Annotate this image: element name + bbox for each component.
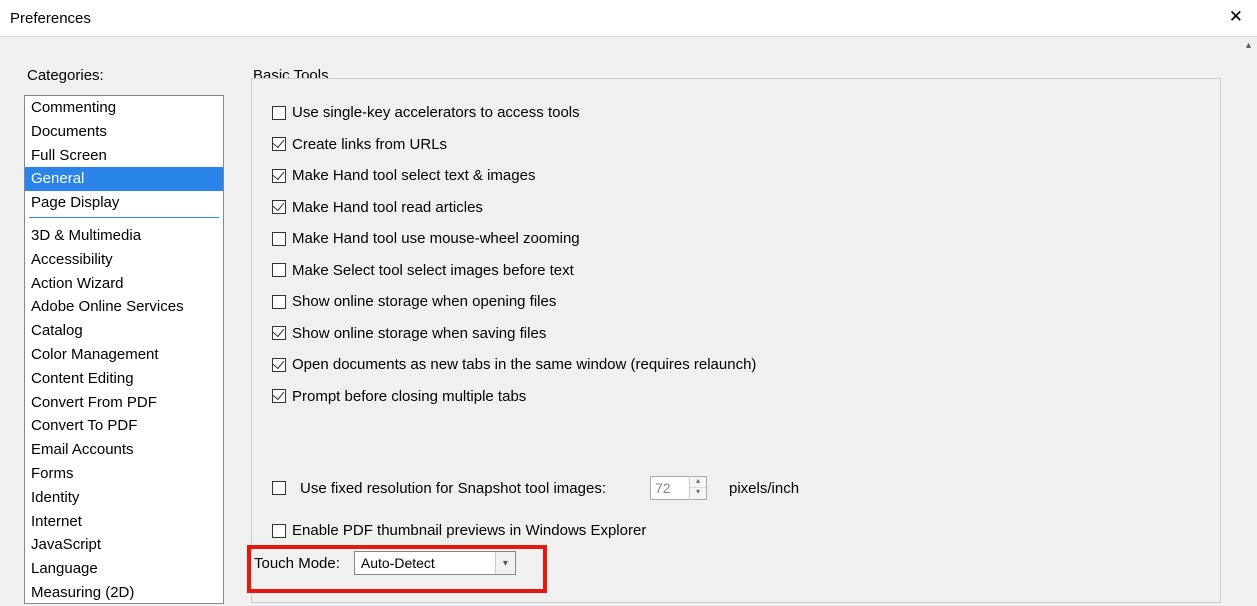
option-checkbox[interactable] [272, 200, 286, 214]
category-item[interactable]: Email Accounts [25, 438, 223, 462]
snapshot-resolution-input[interactable] [651, 477, 689, 499]
category-item[interactable]: JavaScript [25, 533, 223, 557]
scrollbar-up-icon[interactable]: ▴ [1240, 37, 1257, 54]
option-checkbox[interactable] [272, 295, 286, 309]
category-separator [29, 217, 219, 218]
option-row: Make Hand tool use mouse-wheel zooming [272, 230, 756, 247]
touch-mode-select[interactable]: Auto-Detect ▾ [354, 551, 516, 575]
option-row: Make Hand tool read articles [272, 199, 756, 216]
category-item[interactable]: Action Wizard [25, 272, 223, 296]
categories-list[interactable]: CommentingDocumentsFull ScreenGeneralPag… [24, 95, 224, 604]
basic-tools-group: Use single-key accelerators to access to… [251, 78, 1221, 603]
categories-label: Categories: [27, 67, 104, 84]
category-item[interactable]: 3D & Multimedia [25, 224, 223, 248]
option-label: Make Hand tool select text & images [292, 167, 535, 184]
option-checkbox[interactable] [272, 106, 286, 120]
option-checkbox[interactable] [272, 169, 286, 183]
category-item[interactable]: Forms [25, 462, 223, 486]
option-label: Show online storage when saving files [292, 325, 546, 342]
option-label: Make Hand tool read articles [292, 199, 483, 216]
option-checkbox[interactable] [272, 358, 286, 372]
snapshot-resolution-input-wrap: ▴ ▾ [650, 476, 707, 500]
category-item[interactable]: Adobe Online Services [25, 295, 223, 319]
option-checkbox[interactable] [272, 263, 286, 277]
options-list: Use single-key accelerators to access to… [272, 104, 756, 419]
close-icon[interactable]: ✕ [1229, 8, 1243, 25]
touch-mode-row: Touch Mode: Auto-Detect ▾ [254, 551, 516, 575]
option-checkbox[interactable] [272, 232, 286, 246]
category-item[interactable]: Full Screen [25, 144, 223, 168]
option-label: Show online storage when opening files [292, 293, 556, 310]
category-item[interactable]: Documents [25, 120, 223, 144]
option-label: Create links from URLs [292, 136, 447, 153]
titlebar: Preferences ✕ [0, 0, 1257, 36]
category-item[interactable]: Measuring (2D) [25, 581, 223, 604]
touch-mode-value: Auto-Detect [361, 555, 435, 571]
category-item[interactable]: Catalog [25, 319, 223, 343]
option-checkbox[interactable] [272, 389, 286, 403]
option-label: Make Hand tool use mouse-wheel zooming [292, 230, 580, 247]
option-checkbox[interactable] [272, 137, 286, 151]
category-item[interactable]: Convert To PDF [25, 414, 223, 438]
thumbnail-checkbox[interactable] [272, 524, 286, 538]
category-item[interactable]: Page Display [25, 191, 223, 215]
thumbnail-label: Enable PDF thumbnail previews in Windows… [292, 522, 646, 539]
snapshot-checkbox[interactable] [272, 481, 286, 495]
window-title: Preferences [10, 10, 91, 27]
option-label: Use single-key accelerators to access to… [292, 104, 580, 121]
option-checkbox[interactable] [272, 326, 286, 340]
snapshot-label: Use fixed resolution for Snapshot tool i… [300, 480, 606, 497]
spinner: ▴ ▾ [689, 477, 706, 499]
thumbnail-row: Enable PDF thumbnail previews in Windows… [272, 522, 646, 539]
spinner-down-icon[interactable]: ▾ [690, 488, 706, 499]
option-row: Create links from URLs [272, 136, 756, 153]
category-item[interactable]: Identity [25, 486, 223, 510]
category-item[interactable]: General [25, 167, 223, 191]
category-item[interactable]: Language [25, 557, 223, 581]
touch-mode-label: Touch Mode: [254, 555, 340, 572]
option-row: Make Select tool select images before te… [272, 262, 756, 279]
snapshot-row: Use fixed resolution for Snapshot tool i… [272, 476, 799, 500]
option-row: Show online storage when opening files [272, 293, 756, 310]
option-label: Make Select tool select images before te… [292, 262, 574, 279]
option-row: Make Hand tool select text & images [272, 167, 756, 184]
category-item[interactable]: Commenting [25, 96, 223, 120]
category-item[interactable]: Convert From PDF [25, 391, 223, 415]
chevron-down-icon: ▾ [495, 552, 515, 574]
preferences-body: ▴ Categories: CommentingDocumentsFull Sc… [0, 36, 1257, 606]
category-item[interactable]: Color Management [25, 343, 223, 367]
option-label: Prompt before closing multiple tabs [292, 388, 526, 405]
option-row: Use single-key accelerators to access to… [272, 104, 756, 121]
option-row: Open documents as new tabs in the same w… [272, 356, 756, 373]
option-row: Show online storage when saving files [272, 325, 756, 342]
option-row: Prompt before closing multiple tabs [272, 388, 756, 405]
category-item[interactable]: Accessibility [25, 248, 223, 272]
category-item[interactable]: Content Editing [25, 367, 223, 391]
option-label: Open documents as new tabs in the same w… [292, 356, 756, 373]
category-item[interactable]: Internet [25, 510, 223, 534]
snapshot-unit: pixels/inch [729, 480, 799, 497]
